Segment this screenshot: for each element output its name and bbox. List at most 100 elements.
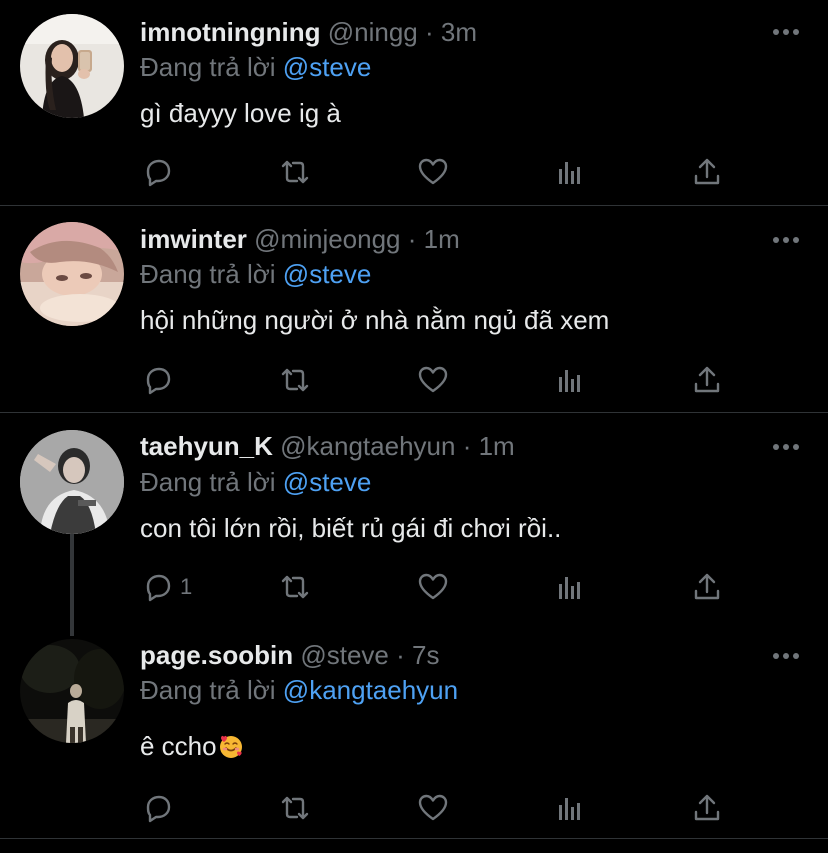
replying-to-label: Đang trả lời [140,52,276,82]
replying-to: Đang trả lời @steve [140,466,371,498]
more-options-icon[interactable] [771,646,801,666]
analytics-icon [559,370,580,392]
share-button[interactable] [691,154,723,190]
action-bar [0,154,828,190]
avatar[interactable] [20,222,124,326]
like-icon [418,573,448,600]
replying-to-label: Đang trả lời [140,467,276,497]
analytics-button[interactable] [554,790,586,826]
retweet-button[interactable] [279,790,311,826]
tweet[interactable]: page.soobin @steve · 7s Đang trả lời @ka… [0,620,828,838]
analytics-icon [559,577,580,599]
tweet[interactable]: taehyun_K @kangtaehyun · 1m Đang trả lời… [0,413,828,635]
more-options-icon[interactable] [771,22,801,42]
retweet-button[interactable] [279,362,311,398]
share-button[interactable] [691,569,723,605]
reply-button[interactable] [142,790,180,826]
mention-link[interactable]: @steve [283,259,372,289]
display-name[interactable]: imnotningning [140,17,321,47]
display-name[interactable]: taehyun_K [140,431,273,461]
share-button[interactable] [691,790,723,826]
mention-link[interactable]: @kangtaehyun [283,675,458,705]
analytics-button[interactable] [554,362,586,398]
reply-icon [146,159,171,187]
mention-link[interactable]: @steve [283,467,372,497]
retweet-icon [281,796,309,820]
retweet-button[interactable] [279,569,311,605]
avatar-image [20,639,124,743]
retweet-icon [281,575,309,599]
user-handle[interactable]: @kangtaehyun [280,431,455,461]
tweet-text: con tôi lớn rồi, biết rủ gái đi chơi rồi… [140,513,562,543]
tweet-text-content: ê ccho [140,731,217,761]
user-handle[interactable]: @ningg [328,17,418,47]
tweet[interactable]: imwinter @minjeongg · 1m Đang trả lời @s… [0,206,828,412]
analytics-icon [559,798,580,820]
analytics-button[interactable] [554,569,586,605]
tweet-text: hội những người ở nhà nằm ngủ đã xem [140,305,610,335]
separator-dot: · [425,17,434,47]
tweet-header: taehyun_K @kangtaehyun · 1m [140,430,515,462]
avatar[interactable] [20,430,124,534]
replying-to: Đang trả lời @steve [140,258,371,290]
timestamp[interactable]: 1m [424,224,460,254]
like-button[interactable] [417,569,449,605]
like-button[interactable] [417,790,449,826]
replying-to-label: Đang trả lời [140,675,276,705]
replying-to-label: Đang trả lời [140,259,276,289]
action-bar [0,362,828,398]
reply-icon [146,367,171,395]
tweet[interactable]: imnotningning @ningg · 3m Đang trả lời @… [0,0,828,205]
share-icon [694,366,720,393]
timestamp[interactable]: 1m [479,431,515,461]
replying-to: Đang trả lời @steve [140,51,371,83]
share-button[interactable] [691,362,723,398]
reply-count: 1 [180,574,193,599]
retweet-button[interactable] [279,154,311,190]
smiling-face-with-hearts-icon [219,735,242,758]
display-name[interactable]: page.soobin [140,640,293,670]
action-bar [0,790,828,826]
separator-dot: · [462,431,472,461]
tweet-header: imwinter @minjeongg · 1m [140,223,460,255]
share-icon [694,573,720,600]
tweet-header: imnotningning @ningg · 3m [140,16,477,48]
avatar-image [20,430,124,534]
avatar[interactable] [20,639,124,743]
avatar-image [20,222,124,326]
like-button[interactable] [417,154,449,190]
user-handle[interactable]: @steve [300,640,389,670]
divider [0,838,828,839]
like-icon [418,794,448,821]
reply-button[interactable] [142,154,180,190]
more-options-icon[interactable] [771,230,801,250]
reply-button[interactable] [142,362,180,398]
user-handle[interactable]: @minjeongg [254,224,400,254]
share-icon [694,794,720,821]
reply-icon [146,574,171,602]
tweet-text: gì đayyy love ig à [140,98,341,128]
more-options-icon[interactable] [771,437,801,457]
tweet-text: ê ccho [140,729,244,763]
replying-to: Đang trả lời @kangtaehyun [140,674,458,706]
tweet-header: page.soobin @steve · 7s [140,639,440,671]
action-bar: 1 [0,569,828,605]
like-button[interactable] [417,362,449,398]
retweet-icon [281,160,309,184]
analytics-button[interactable] [554,154,586,190]
mention-link[interactable]: @steve [283,52,372,82]
reply-button[interactable]: 1 [142,569,192,605]
timestamp[interactable]: 3m [441,17,477,47]
timestamp[interactable]: 7s [412,640,439,670]
like-icon [418,366,448,393]
share-icon [694,158,720,185]
like-icon [418,158,448,185]
avatar-image [20,14,124,118]
display-name[interactable]: imwinter [140,224,247,254]
analytics-icon [559,162,580,184]
retweet-icon [281,368,309,392]
separator-dot: · [407,224,417,254]
separator-dot: · [396,640,405,670]
reply-icon [146,795,171,823]
avatar[interactable] [20,14,124,118]
